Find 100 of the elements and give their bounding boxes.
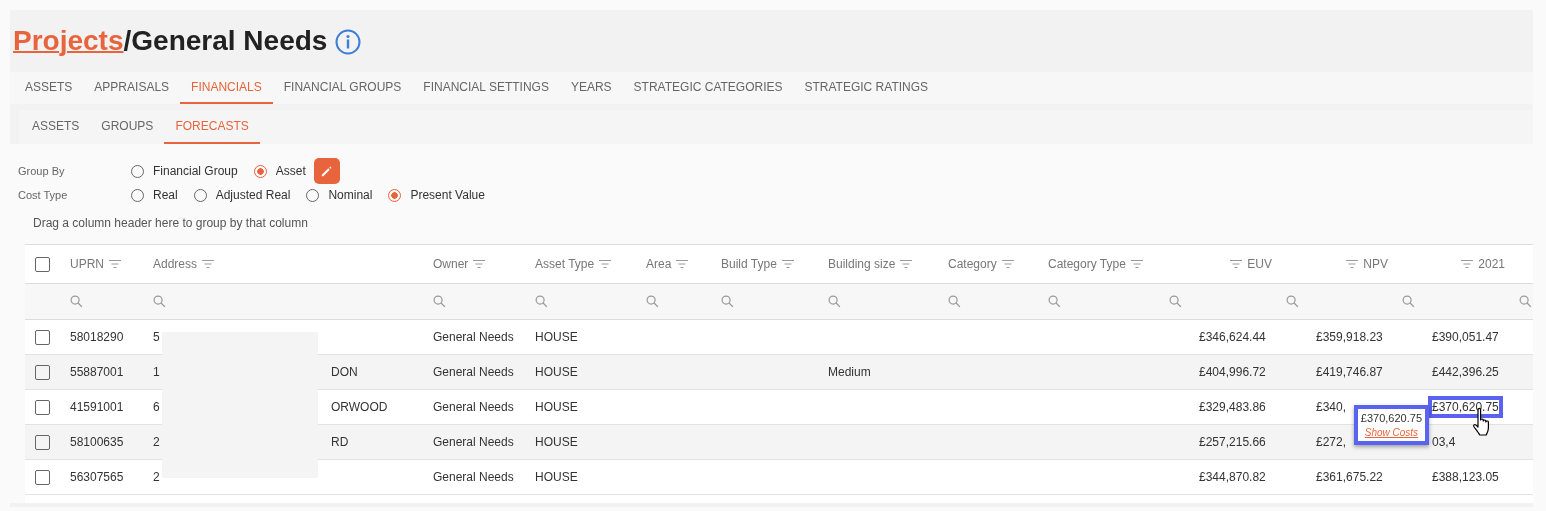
filter-icon[interactable] bbox=[202, 259, 215, 269]
radio-option[interactable]: Present Value bbox=[388, 188, 485, 202]
column-header[interactable]: EUV bbox=[1247, 257, 1272, 271]
tooltip-value: £370,620.75 bbox=[1360, 412, 1422, 424]
radio-option[interactable]: Asset bbox=[253, 164, 306, 178]
filter-icon[interactable] bbox=[1230, 259, 1243, 269]
column-header[interactable]: Category bbox=[948, 257, 997, 271]
table-cell: 5 bbox=[153, 330, 160, 344]
column-header[interactable]: Asset Type bbox=[535, 257, 595, 271]
column-header[interactable]: Building size bbox=[828, 257, 896, 271]
filter-icon[interactable] bbox=[781, 259, 794, 269]
filter-icon[interactable] bbox=[109, 259, 121, 269]
option-label: Group By bbox=[18, 165, 66, 177]
tab[interactable]: YEARS bbox=[559, 72, 623, 104]
tab[interactable]: FINANCIALS bbox=[180, 72, 273, 104]
column-header[interactable]: Area bbox=[646, 257, 672, 271]
table-cell: RD bbox=[331, 435, 349, 449]
table-cell: Medium bbox=[828, 365, 871, 379]
filter-icon[interactable] bbox=[1130, 259, 1143, 269]
group-hint: Drag a column header here to group by that column bbox=[33, 216, 309, 230]
filter-icon[interactable] bbox=[900, 259, 913, 269]
column-header[interactable]: Category Type bbox=[1048, 257, 1126, 271]
tab[interactable]: FINANCIAL GROUPS bbox=[272, 72, 413, 104]
table-cell: HOUSE bbox=[535, 470, 578, 484]
table-cell: £344,870.82 bbox=[1199, 470, 1266, 484]
search-icon[interactable] bbox=[828, 295, 841, 308]
tab[interactable]: STRATEGIC CATEGORIES bbox=[622, 72, 794, 104]
table-cell: General Needs bbox=[433, 435, 514, 449]
search-icon[interactable] bbox=[535, 295, 548, 308]
table-cell: ORWOOD bbox=[331, 400, 388, 414]
table-cell: £346,624.44 bbox=[1199, 330, 1266, 344]
info-icon[interactable] bbox=[335, 29, 362, 55]
filter-icon[interactable] bbox=[676, 259, 689, 269]
column-header[interactable]: Owner bbox=[433, 257, 469, 271]
table-cell: 58018290 bbox=[70, 330, 124, 344]
table-cell: DON bbox=[331, 365, 358, 379]
table-cell: 41591001 bbox=[70, 400, 124, 414]
filter-icon[interactable] bbox=[1001, 259, 1014, 269]
table-cell: 58100635 bbox=[70, 435, 124, 449]
table-cell: 55887001 bbox=[70, 365, 124, 379]
table-cell: HOUSE bbox=[535, 435, 578, 449]
radio-option[interactable]: Financial Group bbox=[131, 164, 238, 178]
tab[interactable]: ASSETS bbox=[14, 72, 84, 104]
table-cell: £340, bbox=[1316, 400, 1347, 414]
search-icon[interactable] bbox=[646, 295, 659, 308]
filter-icon[interactable] bbox=[599, 259, 612, 269]
filter-icon[interactable] bbox=[1346, 259, 1359, 269]
table-cell: General Needs bbox=[433, 400, 514, 414]
row-checkbox[interactable] bbox=[35, 469, 50, 485]
edit-button[interactable] bbox=[313, 158, 340, 184]
row-checkbox[interactable] bbox=[35, 434, 50, 450]
select-all-checkbox[interactable] bbox=[35, 256, 50, 272]
table-cell: 2 bbox=[153, 435, 160, 449]
subtab[interactable]: GROUPS bbox=[90, 110, 165, 144]
table-cell: General Needs bbox=[433, 330, 514, 344]
table-cell: 2 bbox=[153, 470, 160, 484]
column-header[interactable]: Build Type bbox=[721, 257, 777, 271]
table-cell: £419,746.87 bbox=[1316, 365, 1383, 379]
tab[interactable]: FINANCIAL SETTINGS bbox=[412, 72, 560, 104]
column-header[interactable]: Address bbox=[153, 257, 198, 271]
option-label: Cost Type bbox=[18, 189, 69, 201]
search-icon[interactable] bbox=[721, 295, 734, 308]
search-icon[interactable] bbox=[433, 295, 446, 308]
table-cell: £329,483.86 bbox=[1199, 400, 1266, 414]
search-icon[interactable] bbox=[70, 295, 83, 308]
search-icon[interactable] bbox=[1169, 295, 1182, 308]
row-checkbox[interactable] bbox=[35, 329, 50, 345]
table-cell: £257,215.66 bbox=[1199, 435, 1266, 449]
column-header[interactable]: NPV bbox=[1363, 257, 1388, 271]
search-icon[interactable] bbox=[1048, 295, 1061, 308]
column-header[interactable]: UPRN bbox=[70, 257, 104, 271]
search-icon[interactable] bbox=[153, 295, 166, 308]
table-cell: HOUSE bbox=[535, 365, 578, 379]
show-costs-link[interactable]: Show Costs bbox=[1364, 427, 1419, 438]
table-cell: £442,396.25 bbox=[1432, 365, 1499, 379]
table-cell: General Needs bbox=[433, 365, 514, 379]
filter-icon[interactable] bbox=[1461, 259, 1474, 269]
table-cell: 1 bbox=[153, 365, 160, 379]
radio-button[interactable] bbox=[388, 188, 402, 202]
radio-option[interactable]: Nominal bbox=[306, 188, 373, 202]
filter-icon[interactable] bbox=[473, 259, 486, 269]
tab[interactable]: STRATEGIC RATINGS bbox=[793, 72, 940, 104]
breadcrumb-link[interactable]: Projects bbox=[13, 25, 124, 56]
tab[interactable]: APPRAISALS bbox=[83, 72, 181, 104]
table-cell: £361,675.22 bbox=[1316, 470, 1383, 484]
radio-option[interactable]: Real bbox=[131, 188, 178, 202]
pencil-icon bbox=[320, 164, 334, 178]
search-icon[interactable] bbox=[948, 295, 961, 308]
table-cell: £390,051.47 bbox=[1432, 330, 1499, 344]
search-icon[interactable] bbox=[1286, 295, 1299, 308]
radio-option[interactable]: Adjusted Real bbox=[193, 188, 291, 202]
table-cell: HOUSE bbox=[535, 330, 578, 344]
search-icon[interactable] bbox=[1519, 295, 1532, 308]
subtab[interactable]: ASSETS bbox=[21, 110, 91, 144]
column-header[interactable]: 2021 bbox=[1478, 257, 1505, 271]
search-icon[interactable] bbox=[1402, 295, 1415, 308]
table-cell: 56307565 bbox=[70, 470, 124, 484]
row-checkbox[interactable] bbox=[35, 399, 50, 415]
row-checkbox[interactable] bbox=[35, 364, 50, 380]
radio-button[interactable] bbox=[253, 164, 267, 178]
